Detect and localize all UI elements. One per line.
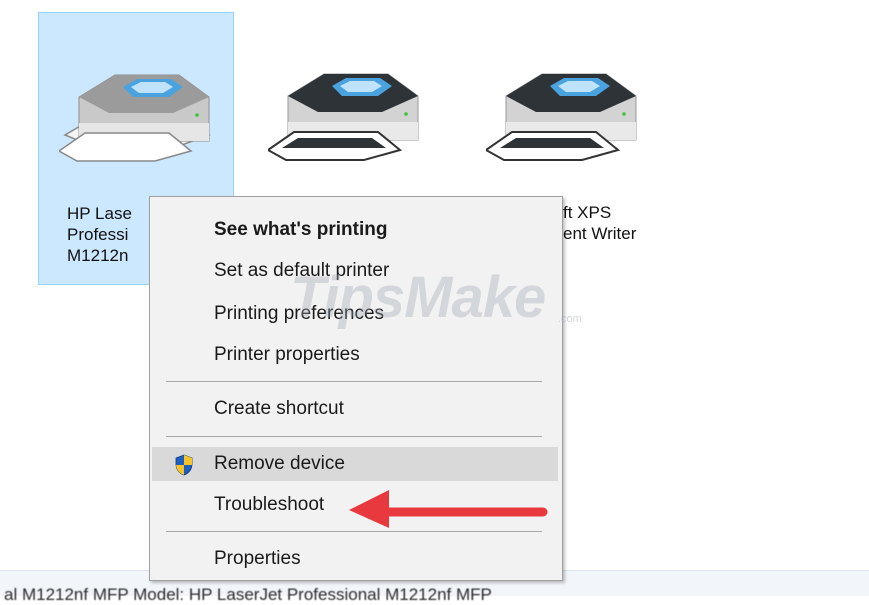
menu-item-remove-device[interactable]: Remove device [152,447,558,481]
device-label: ft XPS ent Writer [563,203,637,243]
status-text: al M1212nf MFP Model: HP LaserJet Profes… [4,585,492,604]
menu-item-printer-properties[interactable]: Printer properties [152,338,558,372]
menu-item-label: Printer properties [214,344,360,365]
printer-icon [486,73,637,161]
printer-icon [268,73,419,161]
menu-separator [166,531,542,532]
uac-shield-icon [175,454,193,476]
watermark-logo: TipsMake [290,265,546,330]
device-label: HP Lase Professi M1212n [67,204,132,265]
menu-item-create-shortcut[interactable]: Create shortcut [152,392,558,426]
annotation-arrow-icon [349,490,548,528]
menu-item-properties[interactable]: Properties [152,542,558,576]
menu-item-label: Remove device [214,453,345,474]
watermark-suffix: .com [558,313,582,325]
menu-item-label: Properties [214,548,301,569]
menu-separator [166,436,542,437]
menu-separator [166,381,542,382]
menu-item-label: See what's printing [214,219,388,240]
menu-item-label: Create shortcut [214,398,344,419]
menu-item-label: Troubleshoot [214,494,325,515]
menu-item-see-whats-printing[interactable]: See what's printing [152,213,558,247]
printer-icon [59,74,211,162]
